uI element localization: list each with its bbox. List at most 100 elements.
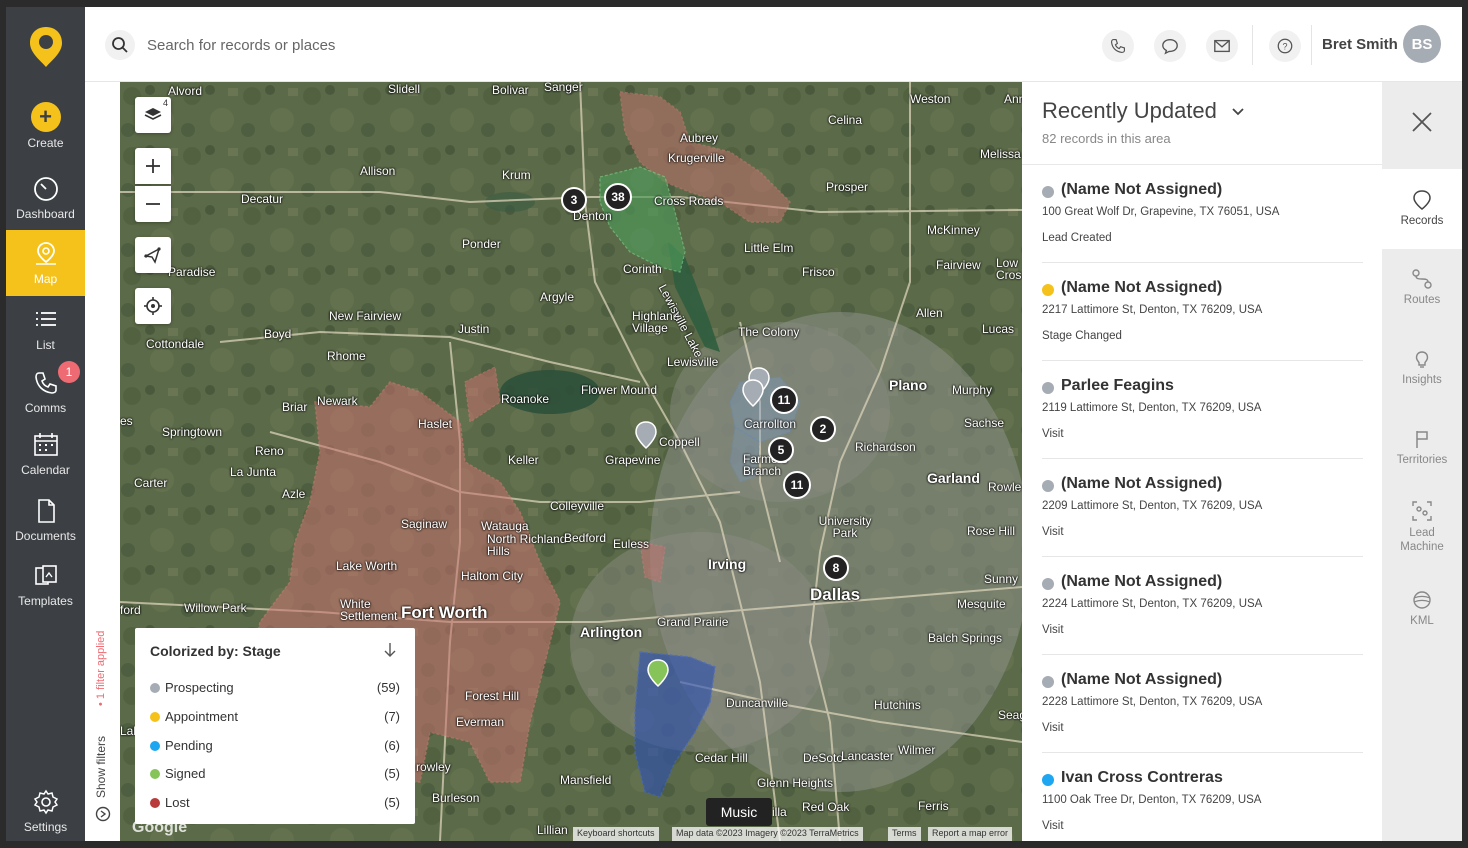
record-item[interactable]: (Name Not Assigned) 2209 Lattimore St, D…	[1042, 459, 1363, 557]
map-label: Bedford	[564, 531, 607, 545]
map-cluster-marker[interactable]: 2	[810, 416, 836, 442]
user-name[interactable]: Bret Smith	[1322, 36, 1398, 53]
record-item[interactable]: Ivan Cross Contreras 1100 Oak Tree Dr, D…	[1042, 753, 1363, 841]
search-icon[interactable]	[105, 30, 135, 60]
record-address: 2119 Lattimore St, Denton, TX 76209, USA	[1042, 402, 1262, 414]
map-label: Paradise	[168, 265, 216, 279]
nav-calendar[interactable]: Calendar	[6, 431, 85, 477]
map-label: Cottondale	[146, 337, 205, 351]
map-label: Little Elm	[744, 241, 794, 255]
my-location-button[interactable]	[135, 288, 171, 324]
terms-link[interactable]: Terms	[888, 827, 921, 841]
map-label: North Richland Hills	[487, 532, 567, 558]
keyboard-shortcuts-link[interactable]: Keyboard shortcuts	[573, 827, 659, 841]
chat-icon[interactable]	[1154, 30, 1186, 62]
nav-list[interactable]: List	[6, 306, 85, 352]
map-cluster-marker[interactable]: 3	[561, 187, 587, 213]
record-pin-icon	[1413, 190, 1431, 210]
draw-territory-button[interactable]	[135, 237, 171, 273]
arrow-down-icon[interactable]	[383, 642, 397, 663]
nav-templates-label: Templates	[18, 594, 73, 608]
tab-insights[interactable]: Insights	[1382, 348, 1462, 386]
layers-icon	[144, 108, 162, 120]
record-item[interactable]: (Name Not Assigned) 2228 Lattimore St, D…	[1042, 655, 1363, 753]
record-item[interactable]: Parlee Feagins 2119 Lattimore St, Denton…	[1042, 361, 1363, 459]
tab-kml[interactable]: KML	[1382, 589, 1462, 627]
search-input[interactable]	[147, 33, 547, 57]
map-cluster-marker[interactable]: 5	[768, 437, 794, 463]
record-item[interactable]: (Name Not Assigned) 2224 Lattimore St, D…	[1042, 557, 1363, 655]
legend-item[interactable]: Appointment (7)	[150, 707, 400, 727]
record-event: Lead Created	[1042, 232, 1112, 244]
map-label: Glenn Heights	[757, 776, 834, 790]
legend-item[interactable]: Pending (6)	[150, 736, 400, 756]
show-filters-button[interactable]: Show filters	[94, 736, 108, 798]
app-logo[interactable]	[28, 25, 64, 69]
zoom-in-button[interactable]	[135, 148, 171, 184]
layers-button[interactable]: 4	[135, 97, 171, 133]
nav-create[interactable]: + Create	[6, 102, 85, 150]
record-name: Ivan Cross Contreras	[1061, 769, 1223, 786]
legend-count: (7)	[384, 709, 400, 724]
map-label: Melissa	[980, 147, 1021, 161]
nav-documents[interactable]: Documents	[6, 497, 85, 543]
nav-dashboard[interactable]: Dashboard	[6, 175, 85, 221]
stage-legend: Colorized by: Stage Prospecting (59) App…	[135, 628, 415, 824]
tab-routes[interactable]: Routes	[1382, 268, 1462, 306]
templates-icon	[32, 562, 60, 590]
map-label: Irving	[708, 556, 747, 572]
map-label: Seag	[998, 708, 1022, 722]
map-label: Forest Hill	[465, 689, 520, 703]
map-cluster-marker[interactable]: 8	[823, 555, 849, 581]
help-icon[interactable]: ?	[1269, 30, 1301, 62]
tab-records[interactable]: Records	[1382, 169, 1462, 249]
nav-settings[interactable]: Settings	[6, 788, 85, 834]
avatar[interactable]: BS	[1403, 25, 1441, 63]
records-panel: Recently Updated 82 records in this area…	[1022, 82, 1382, 841]
map-label: Krum	[502, 168, 531, 182]
map-label: Garland	[927, 470, 980, 486]
legend-dot	[150, 769, 160, 779]
filter-toggle-icon[interactable]	[95, 806, 111, 822]
map-label: Ferris	[918, 799, 949, 813]
legend-item[interactable]: Lost (5)	[150, 793, 400, 813]
phone-icon[interactable]	[1102, 30, 1134, 62]
map-label: Wilmer	[898, 743, 936, 757]
zoom-out-button[interactable]	[135, 186, 171, 222]
map-label: Justin	[458, 322, 490, 336]
panel-title[interactable]: Recently Updated	[1042, 98, 1245, 124]
stage-dot	[1042, 186, 1054, 198]
legend-label: Pending	[165, 738, 213, 753]
map-cluster-marker[interactable]: 11	[770, 386, 798, 414]
route-icon	[1412, 269, 1432, 289]
close-icon[interactable]	[1408, 108, 1436, 141]
tab-lead-machine[interactable]: Lead Machine	[1382, 500, 1462, 554]
record-name: (Name Not Assigned)	[1061, 279, 1223, 296]
map-view[interactable]: Alvord Slidell Bolivar Sanger Weston Ann…	[120, 82, 1022, 841]
report-map-error-link[interactable]: Report a map error	[928, 827, 1013, 841]
stage-dot	[1042, 480, 1054, 492]
nav-comms[interactable]: Comms 1	[6, 361, 85, 415]
legend-item[interactable]: Prospecting (59)	[150, 678, 400, 698]
mail-icon[interactable]	[1206, 30, 1238, 62]
tab-territories[interactable]: Territories	[1382, 428, 1462, 466]
stage-dot	[1042, 774, 1054, 786]
filter-strip: Show filters • 1 filter applied	[85, 82, 120, 841]
map-label: Coppell	[659, 435, 700, 449]
map-pin-prospecting[interactable]	[742, 379, 764, 407]
map-label: Ponder	[462, 237, 501, 251]
map-cluster-marker[interactable]: 38	[604, 183, 632, 211]
record-name: (Name Not Assigned)	[1061, 475, 1223, 492]
map-pin-prospecting[interactable]	[635, 421, 657, 449]
nav-templates[interactable]: Templates	[6, 562, 85, 608]
map-pin-signed[interactable]	[647, 659, 669, 687]
record-item[interactable]: (Name Not Assigned) 2217 Lattimore St, D…	[1042, 263, 1363, 361]
record-item[interactable]: (Name Not Assigned) 100 Great Wolf Dr, G…	[1042, 165, 1363, 263]
nav-map[interactable]: Map	[6, 230, 85, 296]
map-cluster-marker[interactable]: 11	[783, 471, 811, 499]
map-label: Fairview	[936, 258, 981, 272]
map-label: Grapevine	[605, 453, 661, 467]
legend-item[interactable]: Signed (5)	[150, 764, 400, 784]
tab-routes-label: Routes	[1403, 294, 1441, 306]
map-label: Weston	[910, 92, 951, 106]
